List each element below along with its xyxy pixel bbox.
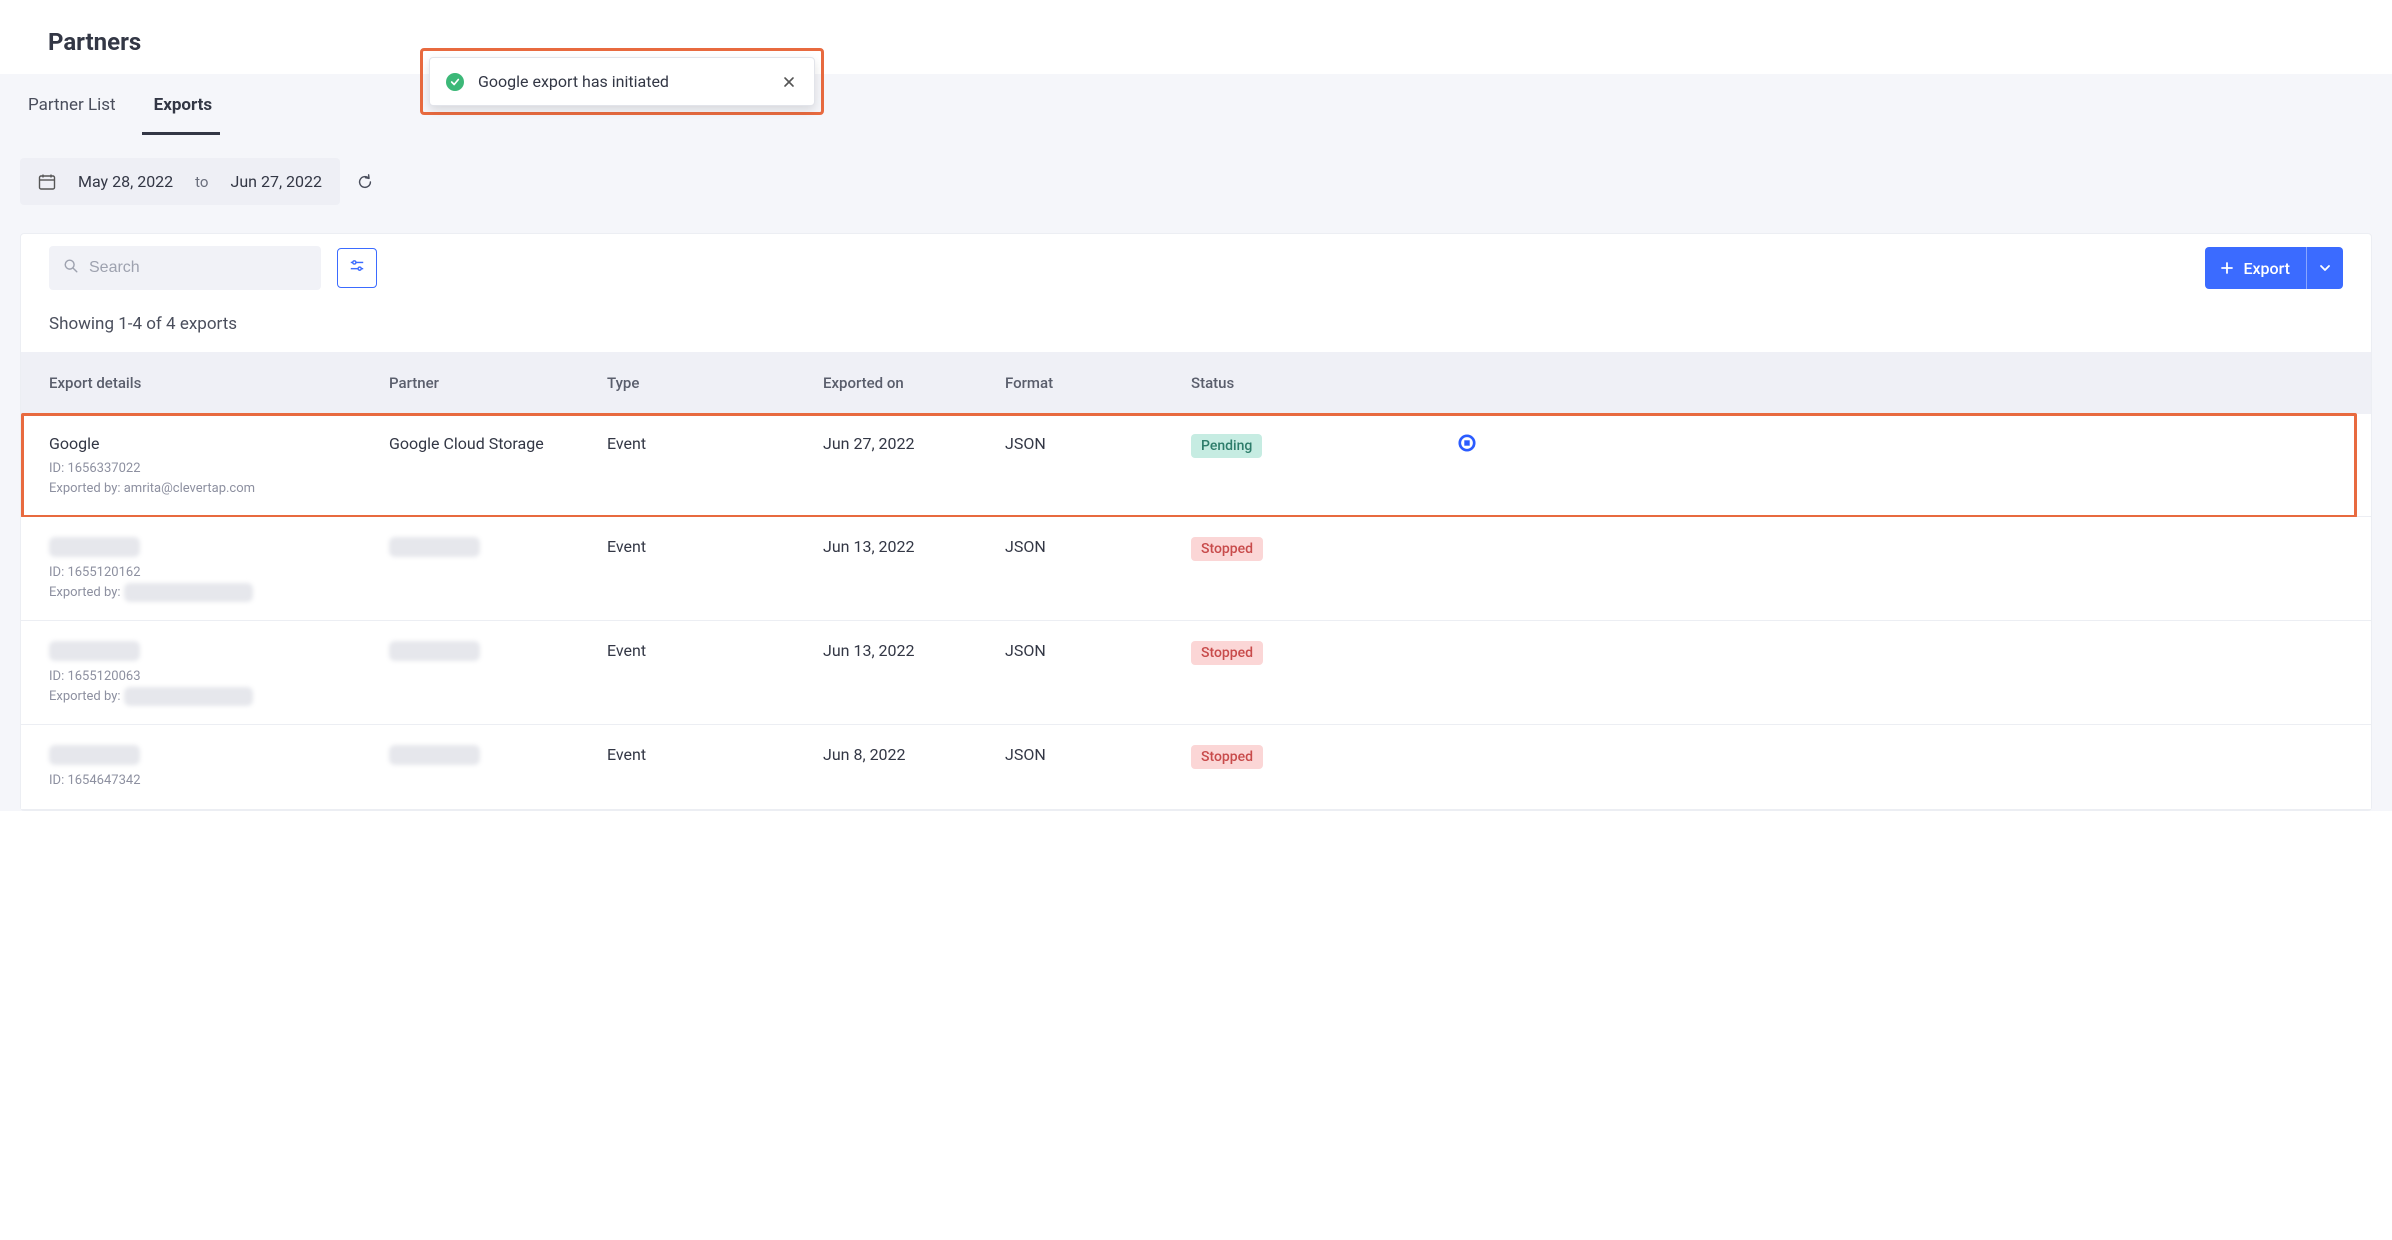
col-exported-on: Exported on — [823, 374, 1005, 392]
status-badge: Stopped — [1191, 641, 1263, 665]
export-name: ████████ — [49, 641, 389, 661]
col-export-details: Export details — [49, 374, 389, 392]
refresh-icon[interactable] — [354, 171, 376, 193]
stop-icon[interactable] — [1458, 434, 1476, 452]
cell-format: JSON — [1005, 743, 1191, 764]
table-row[interactable]: Google ID: 1656337022Exported by: amrita@… — [21, 414, 2371, 517]
cell-status: Pending — [1191, 432, 1407, 458]
status-badge: Pending — [1191, 434, 1262, 458]
plus-icon — [2221, 259, 2233, 278]
cell-type: Event — [607, 432, 823, 453]
tabs-bar: Partner List Exports — [0, 74, 2392, 136]
cell-partner: Google Cloud Storage — [389, 432, 607, 453]
export-button-label: Export — [2243, 259, 2290, 278]
export-meta: ID: 1655120063Exported by: █████████████… — [49, 667, 389, 706]
cell-partner: ████████ — [389, 743, 607, 765]
cell-exported-on: Jun 13, 2022 — [823, 639, 1005, 660]
cell-action — [1407, 432, 1527, 452]
cell-action — [1407, 639, 1527, 641]
export-name: ████████ — [49, 537, 389, 557]
cell-export-details: ████████ ID: 1655120063Exported by: █████… — [49, 639, 389, 706]
results-count: Showing 1-4 of 4 exports — [21, 302, 2371, 352]
status-badge: Stopped — [1191, 745, 1263, 769]
export-meta: ID: 1656337022Exported by: amrita@clever… — [49, 459, 389, 498]
close-icon[interactable] — [780, 73, 798, 91]
tab-partner-list[interactable]: Partner List — [28, 75, 132, 135]
date-from: May 28, 2022 — [78, 172, 173, 191]
cell-export-details: Google ID: 1656337022Exported by: amrita@… — [49, 432, 389, 498]
export-name: ████████ — [49, 745, 389, 765]
col-status: Status — [1191, 374, 1407, 392]
col-partner: Partner — [389, 374, 607, 392]
filter-button[interactable] — [337, 248, 377, 288]
export-button[interactable]: Export — [2205, 247, 2343, 289]
toast-message: Google export has initiated — [478, 72, 766, 91]
cell-status: Stopped — [1191, 743, 1407, 769]
tab-exports[interactable]: Exports — [154, 75, 229, 135]
date-to: Jun 27, 2022 — [231, 172, 323, 191]
cell-exported-on: Jun 13, 2022 — [823, 535, 1005, 556]
cell-format: JSON — [1005, 432, 1191, 453]
col-format: Format — [1005, 374, 1191, 392]
search-input-wrapper[interactable] — [49, 246, 321, 290]
cell-status: Stopped — [1191, 535, 1407, 561]
date-range-picker[interactable]: May 28, 2022 to Jun 27, 2022 — [20, 158, 340, 205]
table-row[interactable]: ████████ID: 1655120162Exported by: █████… — [21, 517, 2371, 621]
check-circle-icon — [446, 73, 464, 91]
toast: Google export has initiated — [429, 57, 815, 106]
cell-exported-on: Jun 8, 2022 — [823, 743, 1005, 764]
cell-action — [1407, 535, 1527, 537]
cell-export-details: ████████ ID: 1654647342 — [49, 743, 389, 791]
export-name: Google — [49, 434, 389, 453]
cell-partner: ████████ — [389, 535, 607, 557]
sliders-icon — [349, 258, 365, 278]
search-icon — [63, 258, 79, 278]
cell-type: Event — [607, 535, 823, 556]
table-header: Export details Partner Type Exported on … — [21, 352, 2371, 414]
cell-format: JSON — [1005, 639, 1191, 660]
cell-status: Stopped — [1191, 639, 1407, 665]
search-input[interactable] — [89, 259, 307, 277]
cell-exported-on: Jun 27, 2022 — [823, 432, 1005, 453]
date-separator: to — [195, 173, 208, 191]
export-dropdown-caret[interactable] — [2306, 247, 2343, 289]
table-row[interactable]: ████████ID: 1655120063Exported by: █████… — [21, 621, 2371, 725]
toast-highlight-box: Google export has initiated — [420, 48, 824, 115]
cell-format: JSON — [1005, 535, 1191, 556]
export-meta: ID: 1654647342 — [49, 771, 389, 791]
col-type: Type — [607, 374, 823, 392]
export-meta: ID: 1655120162Exported by: █████████████… — [49, 563, 389, 602]
calendar-icon — [38, 173, 56, 191]
chevron-down-icon — [2319, 259, 2331, 278]
cell-type: Event — [607, 743, 823, 764]
table-row[interactable]: ████████ID: 1654647342████████EventJun 8… — [21, 725, 2371, 810]
cell-type: Event — [607, 639, 823, 660]
status-badge: Stopped — [1191, 537, 1263, 561]
page-title: Partners — [48, 28, 2344, 56]
cell-action — [1407, 743, 1527, 745]
cell-export-details: ████████ ID: 1655120162Exported by: █████… — [49, 535, 389, 602]
cell-partner: ████████ — [389, 639, 607, 661]
